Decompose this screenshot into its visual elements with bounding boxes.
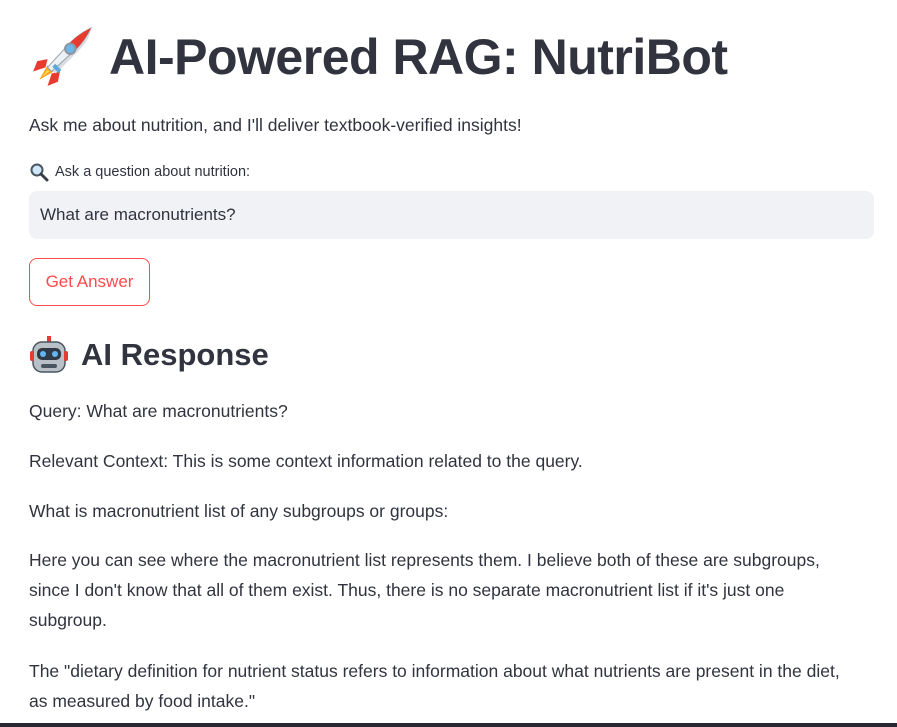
intro-text: Ask me about nutrition, and I'll deliver… — [29, 115, 522, 135]
robot-icon — [30, 336, 68, 373]
response-paragraph: Here you can see where the macronutrient… — [29, 550, 820, 630]
response-paragraph: Relevant Context: This is some context i… — [29, 451, 583, 471]
response-paragraph: Query: What are macronutrients? — [29, 401, 288, 421]
response-paragraph: What is macronutrient list of any subgro… — [29, 501, 449, 521]
question-label-text: Ask a question about nutrition: — [55, 164, 251, 180]
page-title-row: AI-Powered RAG: NutriBot — [29, 24, 728, 90]
question-input[interactable] — [29, 191, 874, 239]
response-paragraph: The "dietary definition for nutrient sta… — [29, 661, 840, 711]
bottom-edge-bar — [0, 723, 897, 727]
page-title: AI-Powered RAG: NutriBot — [109, 29, 728, 85]
response-heading-text: AI Response — [81, 337, 269, 372]
response-heading: AI Response — [29, 334, 269, 376]
get-answer-button[interactable]: Get Answer — [29, 258, 150, 306]
question-label: Ask a question about nutrition: — [29, 161, 250, 183]
rocket-icon — [33, 26, 93, 86]
app-page: AI-Powered RAG: NutriBot Ask me about nu… — [0, 0, 897, 727]
magnifying-glass-icon — [30, 163, 49, 182]
